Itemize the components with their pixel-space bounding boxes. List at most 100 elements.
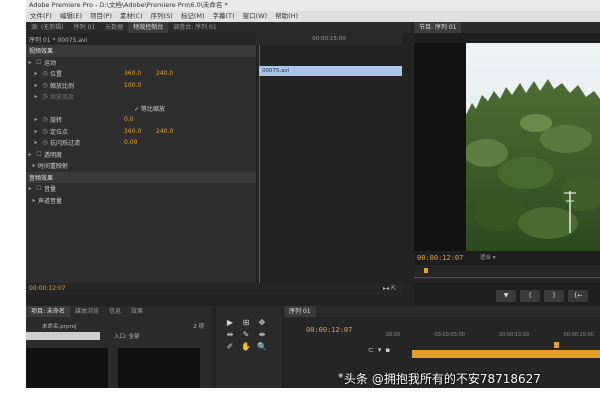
- menu-item[interactable]: 帮助(H): [271, 11, 302, 22]
- mini-timeline-clip[interactable]: 00075.avi: [259, 66, 402, 76]
- uniform-scale-checkbox[interactable]: ✓ 等比缩放: [26, 103, 286, 115]
- tab[interactable]: 项目: 未命名: [26, 306, 70, 317]
- effect-controls-timecode[interactable]: 00:00:12:07: [26, 283, 286, 295]
- fx-toggle-icon[interactable]: ☐: [34, 151, 44, 158]
- stopwatch-icon[interactable]: ◷: [40, 128, 50, 135]
- add-marker-icon[interactable]: ▪: [385, 346, 390, 354]
- effect-group[interactable]: ▸☐运动↺: [26, 57, 286, 69]
- mark-out-button[interactable]: }: [544, 290, 564, 302]
- slip-tool-icon[interactable]: ⇼: [256, 330, 268, 340]
- timeline-playhead[interactable]: [554, 342, 559, 348]
- parameter-value[interactable]: 240.0: [156, 128, 173, 135]
- checkbox-label[interactable]: ✓ 等比缩放: [134, 104, 165, 113]
- razor-tool-icon[interactable]: ✎: [240, 330, 252, 340]
- stopwatch-icon[interactable]: ◷: [40, 116, 50, 123]
- tab[interactable]: 元数据: [100, 22, 128, 33]
- zoom-tool-icon[interactable]: 🔍: [256, 342, 268, 352]
- menu-item[interactable]: 窗口(W): [239, 11, 272, 22]
- tab[interactable]: 调音台: 序列 01: [168, 22, 221, 33]
- effect-parameter[interactable]: ▸ ◷ 抗闪烁过滤 0.00: [26, 137, 286, 149]
- program-scrub-bar[interactable]: [414, 265, 600, 283]
- play-audio-icon[interactable]: ▸◂: [383, 285, 389, 292]
- fx-toggle-icon[interactable]: ☐: [34, 185, 44, 192]
- eye-icon[interactable]: ◉: [338, 372, 343, 379]
- expand-triangle-icon[interactable]: ▸: [30, 197, 38, 204]
- marker-icon[interactable]: ▾: [378, 346, 382, 354]
- parameter-value[interactable]: 240.0: [156, 70, 173, 77]
- parameter-value[interactable]: 0.00: [124, 139, 156, 146]
- work-area-bar[interactable]: [412, 350, 600, 358]
- effect-subitem[interactable]: ▸ 声道音量: [26, 195, 286, 207]
- track-select-tool-icon[interactable]: ⊞: [240, 318, 252, 328]
- snap-icon[interactable]: ⊂: [368, 346, 374, 354]
- effect-controls-mini-timeline[interactable]: 00:00:15:00 00075.avi ▸◂ ⇱: [256, 33, 402, 295]
- rate-stretch-tool-icon[interactable]: ⇹: [224, 330, 236, 340]
- effect-group[interactable]: ▸☐透明度↺: [26, 149, 286, 161]
- menu-item[interactable]: 序列(S): [147, 11, 177, 22]
- tab-sequence-01[interactable]: 序列 01: [284, 306, 316, 317]
- ripple-edit-tool-icon[interactable]: ✥: [256, 318, 268, 328]
- expand-triangle-icon[interactable]: ▸: [32, 93, 40, 100]
- expand-triangle-icon[interactable]: ▸: [32, 116, 40, 123]
- effect-parameter[interactable]: ▸ ◷ 缩放比例 100.0: [26, 80, 286, 92]
- expand-triangle-icon[interactable]: ▸: [32, 128, 40, 135]
- selection-tool-icon[interactable]: ▶: [224, 318, 236, 328]
- menu-item[interactable]: 编辑(E): [56, 11, 86, 22]
- program-timecode[interactable]: 00:00:12:07: [417, 251, 463, 265]
- menu-item[interactable]: 字幕(T): [209, 11, 239, 22]
- parameter-value[interactable]: 0.0: [124, 116, 156, 123]
- timeline-timecode[interactable]: 00:00:12:07: [306, 326, 352, 334]
- parameter-value[interactable]: 100.0: [124, 82, 156, 89]
- tab[interactable]: 特效控制台: [128, 22, 169, 33]
- effect-parameter[interactable]: ▸ ◷ 旋转 0.0: [26, 114, 286, 126]
- stopwatch-icon[interactable]: ◷: [40, 139, 50, 146]
- expand-triangle-icon[interactable]: ▸: [26, 185, 34, 192]
- project-thumbnail[interactable]: [118, 348, 200, 388]
- mini-timeline-playhead[interactable]: [259, 45, 260, 285]
- add-marker-button[interactable]: ▼: [496, 290, 516, 302]
- mark-in-button[interactable]: {: [520, 290, 540, 302]
- zoom-fit-dropdown[interactable]: 适合 ▾: [480, 253, 496, 261]
- fx-toggle-icon[interactable]: ☐: [34, 59, 44, 66]
- stopwatch-icon[interactable]: ◷: [40, 82, 50, 89]
- parameter-value[interactable]: 360.0: [124, 128, 156, 135]
- mini-timeline-ruler[interactable]: 00:00:15:00: [256, 33, 402, 45]
- go-to-in-button[interactable]: {←: [568, 290, 588, 302]
- menu-item[interactable]: 项目(P): [86, 11, 116, 22]
- project-in-filter[interactable]: 入口: 全部: [114, 332, 140, 340]
- effect-parameter[interactable]: ▸ ◷ 缩放宽度: [26, 91, 286, 103]
- menu-item[interactable]: 素材(C): [116, 11, 147, 22]
- menu-item[interactable]: 文件(F): [26, 11, 56, 22]
- timeline-ruler[interactable]: 00:00 00:00:05:00 00:00:10:00 00:00:15:00: [386, 332, 600, 342]
- effect-section-header[interactable]: 视频效果: [26, 45, 286, 57]
- expand-triangle-icon[interactable]: ▸: [30, 162, 38, 169]
- pen-tool-icon[interactable]: ✐: [224, 342, 236, 352]
- effect-subitem[interactable]: ▸ 时间重映射: [26, 160, 286, 172]
- tab[interactable]: 节目: 序列 01: [414, 22, 462, 33]
- expand-triangle-icon[interactable]: ▸: [26, 59, 34, 66]
- tab[interactable]: 源: (无剪辑): [26, 22, 69, 33]
- expand-triangle-icon[interactable]: ▸: [32, 82, 40, 89]
- effect-group[interactable]: ▸☐音量↺: [26, 183, 286, 195]
- stopwatch-icon[interactable]: ◷: [40, 70, 50, 77]
- subitem-label: 时间重映射: [38, 163, 69, 171]
- export-icon[interactable]: ⇱: [391, 285, 396, 292]
- expand-triangle-icon[interactable]: ▸: [32, 139, 40, 146]
- parameter-value[interactable]: 360.0: [124, 70, 156, 77]
- tab[interactable]: 媒体浏览: [70, 306, 104, 317]
- tab[interactable]: 序列 01: [69, 22, 101, 33]
- hand-tool-icon[interactable]: ✋: [240, 342, 252, 352]
- stopwatch-icon[interactable]: ◷: [40, 93, 50, 100]
- project-thumbnail[interactable]: [26, 348, 108, 388]
- project-search-input[interactable]: [26, 332, 100, 340]
- effect-parameter[interactable]: ▸ ◷ 位置 360.0 240.0: [26, 68, 286, 80]
- effect-section-header[interactable]: 音频效果: [26, 171, 286, 183]
- project-item-count: 2 项: [193, 324, 204, 330]
- expand-triangle-icon[interactable]: ▸: [26, 151, 34, 158]
- program-playhead-marker[interactable]: [424, 268, 428, 273]
- tab[interactable]: 效果: [126, 306, 148, 317]
- expand-triangle-icon[interactable]: ▸: [32, 70, 40, 77]
- tab[interactable]: 信息: [104, 306, 126, 317]
- effect-parameter[interactable]: ▸ ◷ 定位点 360.0 240.0: [26, 126, 286, 138]
- menu-item[interactable]: 标记(M): [177, 11, 209, 22]
